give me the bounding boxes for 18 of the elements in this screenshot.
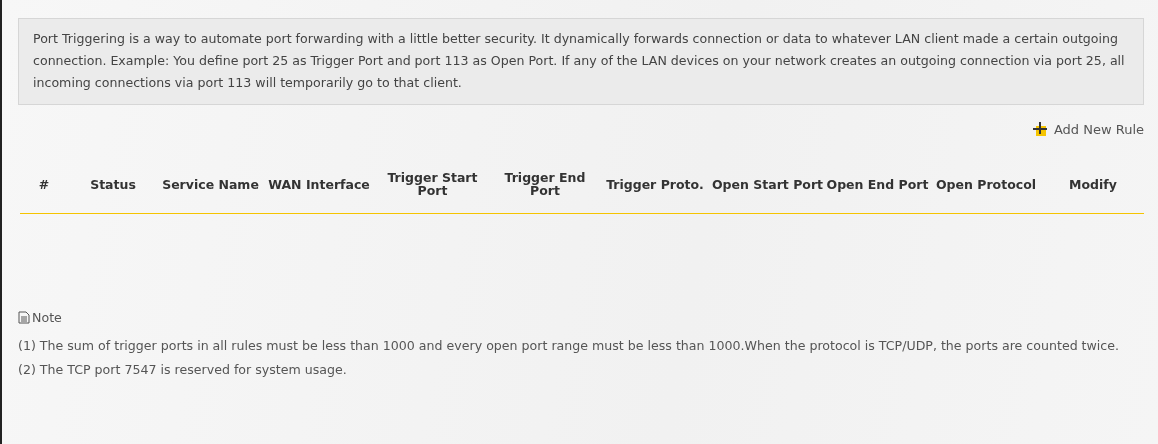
column-header: Open Protocol [934,177,1038,191]
column-header: Open End Port [825,177,930,191]
add-icon [1031,121,1048,137]
description-text: Port Triggering is a way to automate port forwarding with a little better security. It dynamically forwards connection or data to whatever LAN client made a certain outgoing connection. Example: You define port 25 as Trigger Port and port 113 as Open Port. If any of the LAN devices on your network creates an outgoing connection via port 25, all incoming connections via port 113 will temporarily go to that client. [18,18,1144,105]
column-header: Status [89,177,137,191]
column-header: Open Start Port [710,177,825,191]
column-header: WAN Interface [267,177,371,191]
column-header: Trigger End Port [503,171,587,197]
column-header: Trigger Start Port [386,171,479,197]
add-new-rule-button[interactable]: Add New Rule [1031,119,1144,139]
note-title: Note [32,310,62,325]
column-header: # [37,177,51,191]
column-header: Modify [1068,177,1118,191]
column-header: Service Name [161,177,260,191]
note-icon [18,311,30,324]
note-text: (1) The sum of trigger ports in all rules must be less than 1000 and every open port range must be less than 1000.When the protocol is TCP/UDP, the ports are counted twice. [18,337,1121,355]
column-header: Trigger Proto. [605,177,705,191]
note-text: (2) The TCP port 7547 is reserved for system usage. [18,361,348,379]
